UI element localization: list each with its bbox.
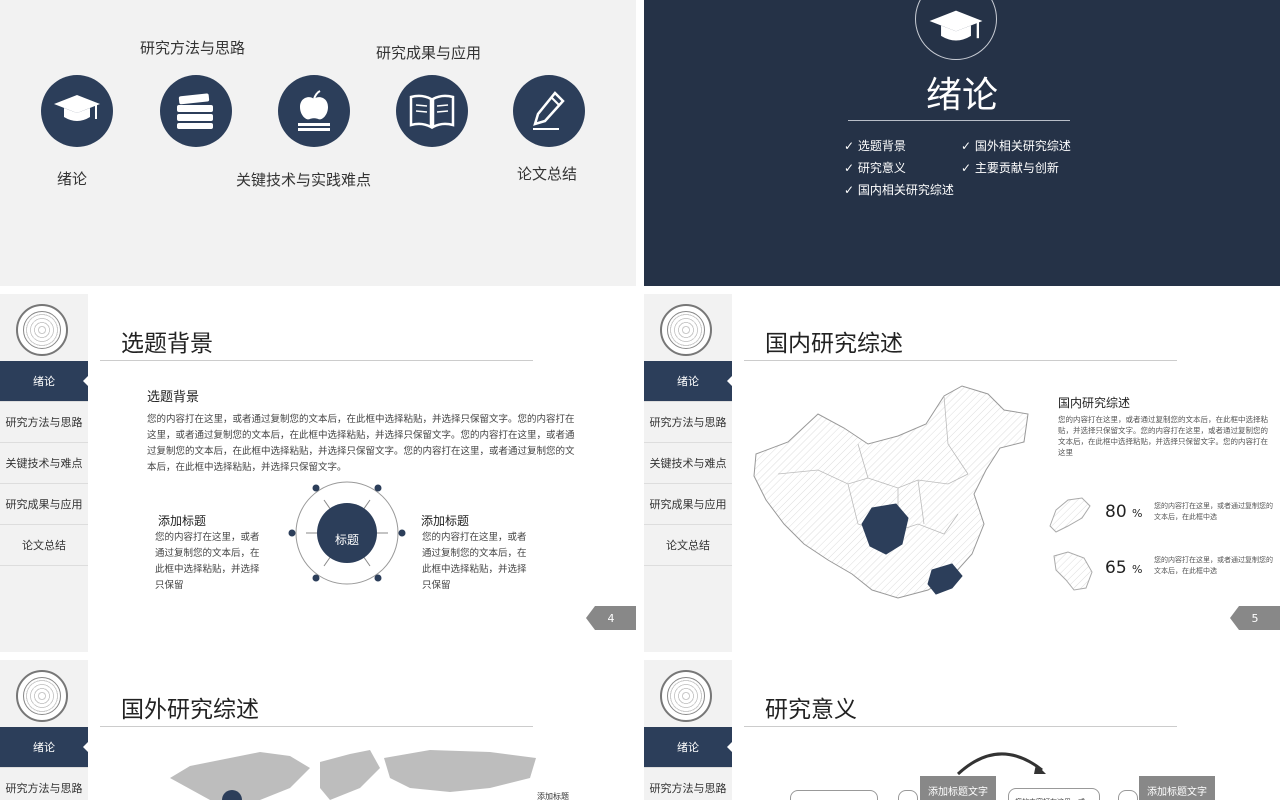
- title-underline: [100, 360, 533, 361]
- content-box: [790, 790, 878, 800]
- sidebar-item-tech[interactable]: 关键技术与难点: [0, 443, 88, 484]
- subtitle: 选题背景: [147, 390, 200, 405]
- apple-book-icon: [278, 75, 350, 147]
- check-item: ✓ 国内相关研究综述: [844, 183, 954, 197]
- item-label-methods: 研究方法与思路: [140, 39, 246, 57]
- stat-text-1: 您的内容打在这里，或者通过复制您的文本后，在此框中选: [1154, 502, 1273, 521]
- item-label-results: 研究成果与应用: [376, 44, 482, 62]
- university-logo: [660, 304, 712, 356]
- page-number: 5: [1230, 606, 1280, 630]
- sidebar-item-tech[interactable]: 关键技术与难点: [644, 443, 732, 484]
- sidebar-item-summary[interactable]: 论文总结: [0, 525, 88, 566]
- body-paragraph: 您的内容打在这里，或者通过复制您的文本后，在此框中选择粘贴，并选择只保留文字。您…: [147, 414, 575, 473]
- item-label-intro: 绪论: [57, 170, 88, 188]
- map-side-heading: 国内研究综述: [1058, 396, 1131, 410]
- slide-intro-cover[interactable]: 绪论 ✓ 选题背景 ✓ 国外相关研究综述 ✓ 研究意义 ✓ 主要贡献与创新 ✓ …: [644, 0, 1280, 286]
- pen-icon: [513, 75, 585, 147]
- world-map: [170, 750, 536, 800]
- check-item: ✓ 主要贡献与创新: [961, 161, 1059, 175]
- sidebar-item-results[interactable]: 研究成果与应用: [0, 484, 88, 525]
- check-item: ✓ 选题背景: [844, 139, 906, 153]
- sidebar: 绪论 研究方法与思路: [644, 660, 733, 800]
- sidebar-item-intro[interactable]: 绪论: [0, 361, 89, 402]
- sidebar-item-methods[interactable]: 研究方法与思路: [0, 768, 88, 800]
- slide-background[interactable]: 绪论 研究方法与思路 关键技术与难点 研究成果与应用 论文总结 选题背景 选题背…: [0, 294, 636, 652]
- university-logo: [16, 304, 68, 356]
- slide-title: 国外研究综述: [121, 697, 259, 723]
- section-title: 绪论: [925, 75, 998, 116]
- slide-title: 选题背景: [121, 331, 213, 357]
- graduation-cap-icon: [915, 0, 997, 60]
- divider: [848, 120, 1070, 121]
- title-box-2: 添加标题文字: [1139, 776, 1215, 800]
- sidebar-item-intro[interactable]: 绪论: [644, 727, 733, 768]
- content-box: [898, 790, 918, 800]
- sidebar-item-intro[interactable]: 绪论: [644, 361, 733, 402]
- sidebar-item-methods[interactable]: 研究方法与思路: [0, 402, 88, 443]
- sidebar-item-methods[interactable]: 研究方法与思路: [644, 768, 732, 800]
- sidebar-item-intro[interactable]: 绪论: [0, 727, 89, 768]
- left-heading: 添加标题: [158, 514, 207, 528]
- university-logo: [660, 670, 712, 722]
- sidebar-item-results[interactable]: 研究成果与应用: [644, 484, 732, 525]
- curved-arrow: [956, 752, 1046, 776]
- stat-text-2: 您的内容打在这里，或者通过复制您的文本后，在此框中选: [1154, 556, 1273, 575]
- page-number: 4: [586, 606, 636, 630]
- title-underline: [100, 726, 533, 727]
- map-side-text: 您的内容打在这里，或者通过复制您的文本后，在此框中选择粘贴，并选择只保留文字。您…: [1058, 415, 1268, 457]
- left-text: 您的内容打在这里，或者通过复制您的文本后，在此框中选择粘贴，并选择只保留: [155, 532, 260, 591]
- stat-value-2: 65 %: [1105, 558, 1143, 578]
- open-book-icon: [396, 75, 468, 147]
- sidebar-item-methods[interactable]: 研究方法与思路: [644, 402, 732, 443]
- content-box-text: 您的内容打在这里，或: [1008, 788, 1100, 800]
- sidebar: 绪论 研究方法与思路 关键技术与难点 研究成果与应用 论文总结: [644, 294, 733, 652]
- books-icon: [160, 75, 232, 147]
- graduation-cap-icon: [41, 75, 113, 147]
- region-thumb: [1049, 497, 1091, 533]
- right-heading: 添加标题: [421, 514, 470, 528]
- sidebar: 绪论 研究方法与思路 关键技术与难点 研究成果与应用 论文总结: [0, 294, 89, 652]
- slide-title: 国内研究综述: [765, 331, 903, 357]
- region-thumb: [1053, 551, 1093, 591]
- slide-title: 研究意义: [765, 697, 857, 723]
- item-label-tech: 关键技术与实践难点: [236, 171, 372, 189]
- content-box: [1118, 790, 1138, 800]
- slide-overview[interactable]: 绪论 研究方法与思路 关键技术与实践难点 研究成果与应用 论文总结: [0, 0, 636, 286]
- stat-value-1: 80 %: [1105, 502, 1143, 522]
- check-item: ✓ 国外相关研究综述: [961, 139, 1071, 153]
- right-text: 您的内容打在这里，或者通过复制您的文本后，在此框中选择粘贴，并选择只保留: [422, 532, 527, 591]
- check-item: ✓ 研究意义: [844, 161, 906, 175]
- title-box-1: 添加标题文字: [920, 776, 996, 800]
- map-label: 添加标题: [537, 792, 569, 800]
- slide-domestic-review[interactable]: 绪论 研究方法与思路 关键技术与难点 研究成果与应用 论文总结 国内研究综述 国…: [644, 294, 1280, 652]
- sidebar-item-summary[interactable]: 论文总结: [644, 525, 732, 566]
- sidebar: 绪论 研究方法与思路: [0, 660, 89, 800]
- slide-significance[interactable]: 绪论 研究方法与思路 研究意义 添加标题文字 您的内容打在这里，或 添加标题文字: [644, 660, 1280, 800]
- title-underline: [744, 726, 1177, 727]
- item-label-summary: 论文总结: [517, 165, 578, 183]
- title-underline: [744, 360, 1177, 361]
- china-map: [753, 385, 1029, 599]
- slide-foreign-review[interactable]: 绪论 研究方法与思路 国外研究综述 添加标题: [0, 660, 636, 800]
- center-label: 标题: [334, 533, 359, 547]
- university-logo: [16, 670, 68, 722]
